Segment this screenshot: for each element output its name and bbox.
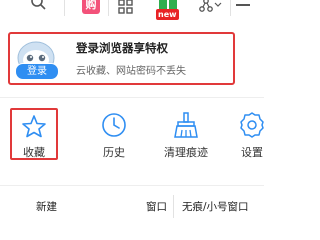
search-icon[interactable] <box>30 0 48 14</box>
login-title: 登录浏览器享特权 <box>76 41 168 55</box>
clock-icon <box>102 113 126 137</box>
clear-traces-label: 清理痕迹 <box>164 146 208 159</box>
new-menu-label: 新建 <box>36 201 57 213</box>
incognito-window-item[interactable]: 无痕/小号窗口 <box>182 199 249 214</box>
settings-label: 设置 <box>241 146 263 159</box>
menu-row-divider <box>173 195 174 218</box>
menu-row-new: 新建 窗口 无痕/小号窗口 <box>0 195 264 218</box>
shopping-app-icon[interactable]: 购 <box>82 0 100 14</box>
section-divider <box>0 185 264 186</box>
login-banner[interactable]: 登录 登录浏览器享特权 云收藏、网站密码不丢失 <box>8 32 235 85</box>
favorites-button[interactable]: 收藏 <box>10 108 58 160</box>
toolbar-divider <box>64 0 65 16</box>
section-divider <box>0 97 264 98</box>
new-badge: new <box>156 9 179 20</box>
toolbar-divider <box>108 0 109 16</box>
browser-menu-panel: 购 new 登录 登录浏览器享特权 云收藏、网站密码不丢失 收藏 历史 清理痕迹… <box>0 0 264 218</box>
minimize-icon[interactable] <box>236 4 250 6</box>
menu-toolbar: 购 new <box>0 0 264 24</box>
star-icon <box>22 115 46 138</box>
gift-icon[interactable]: new <box>156 0 180 24</box>
share-icon[interactable] <box>198 0 222 14</box>
favorites-label: 收藏 <box>23 146 45 159</box>
clear-traces-button[interactable]: 清理痕迹 <box>158 112 214 168</box>
settings-button[interactable]: 设置 <box>232 112 264 168</box>
broom-icon <box>174 112 198 138</box>
grid-icon[interactable] <box>118 0 134 15</box>
gear-icon <box>240 112 264 138</box>
app-icon-glyph: 购 <box>82 0 100 14</box>
login-button[interactable]: 登录 <box>15 63 59 80</box>
toolbar-divider <box>230 0 231 16</box>
history-label: 历史 <box>103 146 125 159</box>
new-window-item[interactable]: 窗口 <box>146 199 167 214</box>
login-subtitle: 云收藏、网站密码不丢失 <box>76 66 186 77</box>
history-button[interactable]: 历史 <box>94 112 134 168</box>
